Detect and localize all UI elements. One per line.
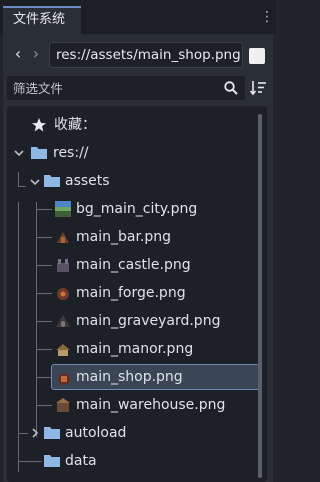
tree-item-label: autoload [65, 425, 127, 441]
file-tree: 收藏： res:// assets bg_main_city.png main_… [7, 106, 267, 482]
tree-guide-line [36, 293, 52, 294]
image-thumbnail-icon [56, 315, 70, 327]
tree-item-file[interactable]: main_graveyard.png [7, 308, 257, 334]
image-thumbnail-icon [56, 344, 70, 356]
image-thumbnail-icon [58, 373, 70, 385]
tree-item-file[interactable]: main_forge.png [7, 280, 257, 306]
dock-tab-bar: 文件系统 ⋮ [0, 0, 276, 34]
chevron-down-icon[interactable] [29, 176, 41, 188]
tree-guide-line [36, 237, 52, 238]
image-thumbnail-icon [56, 398, 70, 412]
tree-item-label: main_graveyard.png [76, 313, 221, 329]
filter-input[interactable] [7, 76, 217, 100]
tree-guide-line [36, 377, 51, 378]
tree-item-res-root[interactable]: res:// [7, 140, 257, 166]
tree-item-label: bg_main_city.png [76, 201, 198, 217]
tree-guide-line [18, 433, 28, 434]
tree-item-label: main_castle.png [76, 257, 191, 273]
tree-item-file[interactable]: main_bar.png [7, 224, 257, 250]
tree-item-assets[interactable]: assets [7, 168, 257, 194]
image-thumbnail-icon [55, 201, 71, 217]
tree-item-label: main_shop.png [76, 369, 183, 385]
tree-guide-line [36, 265, 52, 266]
filter-box [7, 76, 245, 100]
image-thumbnail-icon [57, 259, 69, 272]
chevron-right-icon[interactable] [29, 427, 41, 439]
tree-item-file[interactable]: bg_main_city.png [7, 196, 257, 222]
sort-icon[interactable] [249, 79, 267, 97]
tree-item-label: main_manor.png [76, 341, 194, 357]
filesystem-panel: ‹ › res://assets/main_shop.png 收藏： [3, 34, 273, 482]
tree-guide-line [36, 209, 52, 210]
tree-item-file[interactable]: main_castle.png [7, 252, 257, 278]
tree-item-label: assets [65, 173, 110, 189]
search-icon[interactable] [223, 80, 239, 96]
star-icon [32, 118, 46, 132]
tree-guide-line [36, 321, 52, 322]
tree-item-label: main_bar.png [76, 229, 172, 245]
tree-item-file[interactable]: main_manor.png [7, 336, 257, 362]
back-arrow-icon[interactable]: ‹ [11, 44, 25, 66]
path-field[interactable]: res://assets/main_shop.png [49, 42, 243, 68]
tree-item-file-selected[interactable]: main_shop.png [51, 364, 260, 390]
tab-menu-icon[interactable]: ⋮ [260, 8, 274, 28]
image-thumbnail-icon [57, 288, 69, 300]
split-mode-icon[interactable] [249, 48, 265, 64]
folder-icon [31, 147, 47, 159]
folder-icon [44, 175, 60, 187]
tab-filesystem-label: 文件系统 [13, 12, 66, 27]
chevron-down-icon[interactable] [13, 147, 25, 159]
tree-guide-line [36, 405, 52, 406]
tree-item-label: data [65, 453, 97, 469]
folder-icon [44, 427, 60, 439]
forward-arrow-icon[interactable]: › [29, 44, 43, 66]
tree-item-file[interactable]: main_warehouse.png [7, 392, 257, 418]
folder-icon [44, 455, 60, 467]
tree-item-label: main_forge.png [76, 285, 186, 301]
tree-guide-line [18, 461, 42, 462]
tab-filesystem[interactable]: 文件系统 [3, 6, 81, 34]
path-bar: ‹ › res://assets/main_shop.png [3, 40, 273, 68]
tree-guide-line [36, 349, 52, 350]
image-thumbnail-icon [57, 232, 69, 243]
tree-item-label: res:// [53, 145, 89, 161]
favorites-row[interactable]: 收藏： [7, 112, 257, 138]
tree-scrollbar[interactable] [258, 114, 262, 478]
tree-item-data[interactable]: data [7, 448, 257, 474]
tree-item-label: main_warehouse.png [76, 397, 226, 413]
favorites-label: 收藏： [54, 117, 96, 133]
tree-item-autoload[interactable]: autoload [7, 420, 257, 446]
